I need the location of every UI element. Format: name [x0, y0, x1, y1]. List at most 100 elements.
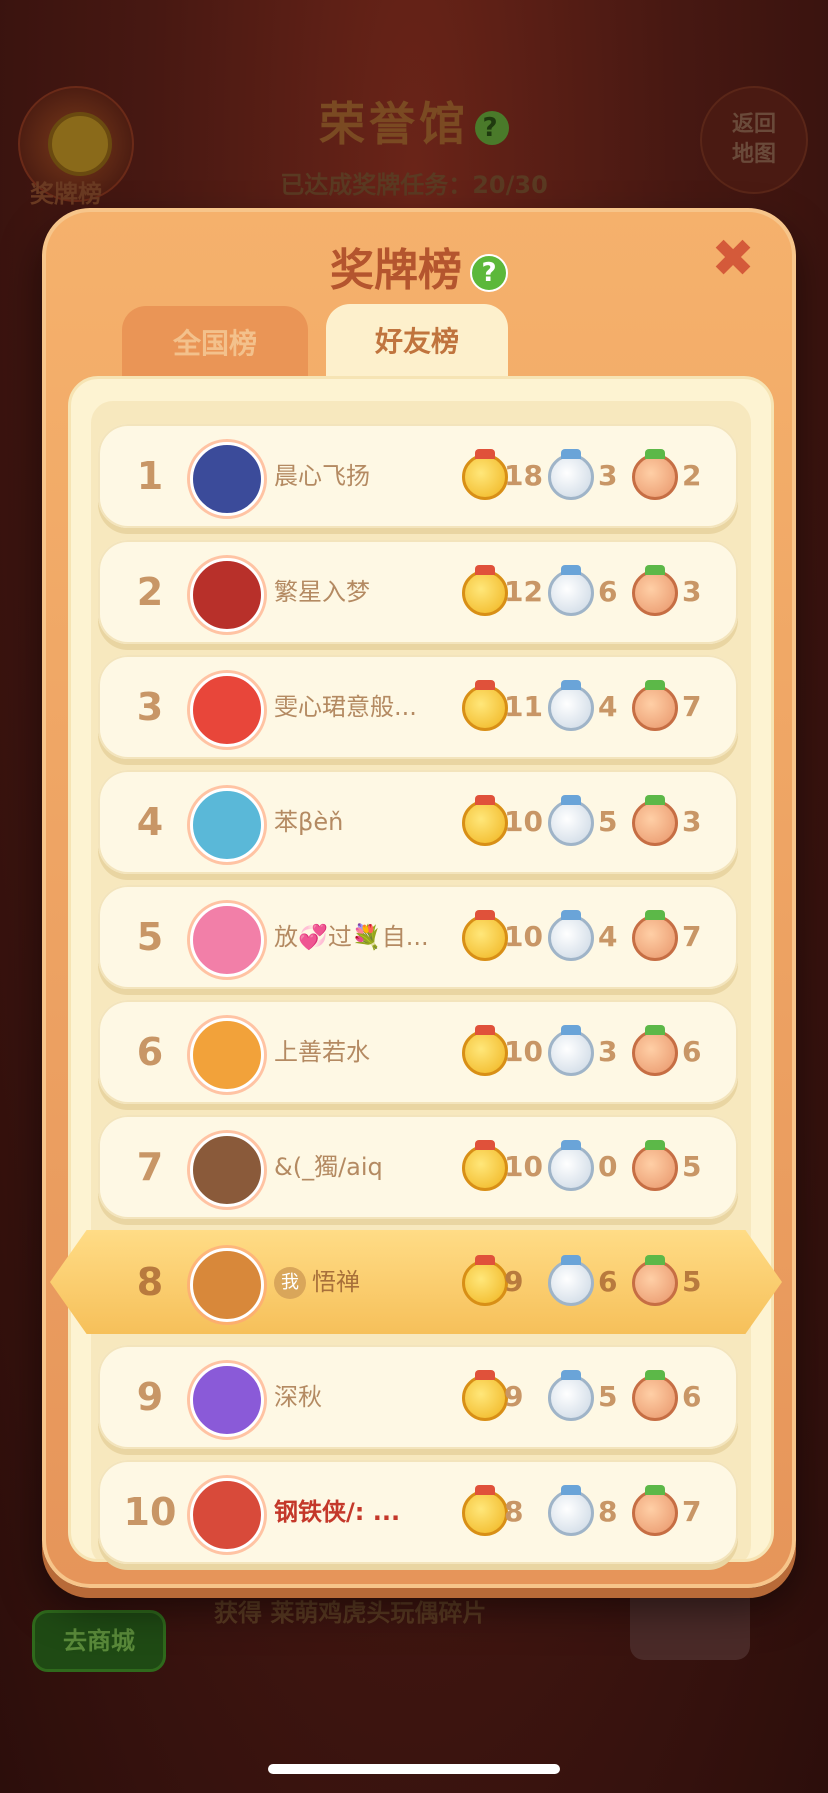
medal-counts: 18 3 2 — [462, 424, 722, 528]
progress-label: 已达成奖牌任务： — [280, 171, 473, 199]
bronze-medal-icon — [632, 1370, 678, 1421]
bronze-medal-icon — [632, 1140, 678, 1191]
close-icon[interactable]: ✖ — [708, 233, 758, 285]
medal-counts: 9 6 5 — [462, 1230, 722, 1334]
my-rank-row[interactable]: 8 我悟禅 9 6 5 — [50, 1230, 782, 1334]
silver-count: 5 — [598, 805, 618, 838]
silver-medal-icon — [548, 910, 594, 961]
leaderboard-row[interactable]: 9 深秋 9 5 6 — [98, 1345, 738, 1449]
gold-medal-icon — [462, 1485, 508, 1536]
silver-count: 8 — [598, 1495, 618, 1528]
progress-value: 20/30 — [472, 171, 548, 199]
medal-counts: 10 0 5 — [462, 1115, 722, 1219]
gold-medal-icon — [462, 680, 508, 731]
player-name-text: 苯βèň — [274, 808, 344, 836]
leaderboard-row[interactable]: 1 晨心飞扬 18 3 2 — [98, 424, 738, 528]
bronze-count: 3 — [682, 575, 702, 608]
medal-counts: 10 5 3 — [462, 770, 722, 874]
bronze-medal-icon — [632, 1255, 678, 1306]
avatar[interactable] — [190, 788, 264, 862]
rank-number: 4 — [136, 800, 164, 844]
gold-count: 11 — [504, 690, 543, 723]
medal-counts: 9 5 6 — [462, 1345, 722, 1449]
gold-count: 9 — [504, 1265, 524, 1298]
bronze-count: 3 — [682, 805, 702, 838]
task-progress: 已达成奖牌任务：20/30 — [0, 165, 828, 200]
silver-count: 5 — [598, 1380, 618, 1413]
leaderboard-row[interactable]: 3 雯心珺意般... 11 4 7 — [98, 655, 738, 759]
home-indicator — [268, 1764, 560, 1774]
medal-counts: 10 4 7 — [462, 885, 722, 989]
avatar[interactable] — [190, 558, 264, 632]
avatar[interactable] — [190, 1363, 264, 1437]
player-name: 深秋 — [274, 1345, 322, 1449]
rank-number: 10 — [123, 1490, 177, 1534]
gold-medal-icon — [462, 910, 508, 961]
leaderboard-row[interactable]: 10 钢铁侠/: ... 8 8 7 — [98, 1460, 738, 1564]
silver-medal-icon — [548, 1140, 594, 1191]
avatar[interactable] — [190, 673, 264, 747]
player-name: 苯βèň — [274, 770, 343, 874]
bronze-medal-icon — [632, 795, 678, 846]
bronze-count: 5 — [682, 1150, 702, 1183]
gold-count: 9 — [504, 1380, 524, 1413]
help-icon[interactable]: ? — [475, 110, 509, 145]
player-name-text: 雯心珺意般... — [274, 693, 417, 721]
silver-count: 6 — [598, 575, 618, 608]
avatar[interactable] — [190, 1018, 264, 1092]
bronze-count: 7 — [682, 920, 702, 953]
player-name-text: 上善若水 — [274, 1038, 370, 1066]
gold-count: 10 — [504, 805, 543, 838]
avatar[interactable] — [190, 1248, 264, 1322]
silver-count: 3 — [598, 459, 618, 492]
avatar[interactable] — [190, 1478, 264, 1552]
bronze-medal-icon — [632, 680, 678, 731]
gold-count: 10 — [504, 920, 543, 953]
leaderboard-row[interactable]: 2 繁星入梦 12 6 3 — [98, 540, 738, 644]
bronze-count: 5 — [682, 1265, 702, 1298]
gold-medal-icon — [462, 795, 508, 846]
player-name-text: 晨心飞扬 — [274, 462, 370, 490]
rank-number: 3 — [136, 685, 164, 729]
gold-count: 10 — [504, 1150, 543, 1183]
player-name-text: 放💞过💐自... — [274, 923, 429, 951]
avatar[interactable] — [190, 1133, 264, 1207]
player-name-text: 繁星入梦 — [274, 578, 370, 606]
back-to-map-button[interactable]: 返回 地图 — [700, 86, 808, 194]
silver-medal-icon — [548, 1255, 594, 1306]
modal-title: 奖牌榜? — [46, 234, 792, 298]
player-name: &(_獨/aiq — [274, 1115, 383, 1219]
player-name-text: 悟禅 — [312, 1268, 360, 1296]
tab-friends[interactable]: 好友榜 — [326, 304, 508, 380]
avatar[interactable] — [190, 442, 264, 516]
rank-number: 7 — [136, 1145, 164, 1189]
silver-medal-icon — [548, 565, 594, 616]
player-name-text: 钢铁侠/: ... — [274, 1498, 401, 1526]
bronze-medal-icon — [632, 449, 678, 500]
gold-medal-icon — [462, 449, 508, 500]
reward-text: 获得 莱萌鸡虎头玩偶碎片 — [214, 1599, 487, 1627]
leaderboard-row[interactable]: 6 上善若水 10 3 6 — [98, 1000, 738, 1104]
leaderboard-row[interactable]: 7 &(_獨/aiq 10 0 5 — [98, 1115, 738, 1219]
gold-count: 8 — [504, 1495, 524, 1528]
silver-medal-icon — [548, 1370, 594, 1421]
player-name: 钢铁侠/: ... — [274, 1460, 400, 1564]
medal-counts: 12 6 3 — [462, 540, 722, 644]
silver-medal-icon — [548, 795, 594, 846]
hall-title-text: 荣誉馆 — [319, 97, 469, 151]
bronze-count: 2 — [682, 459, 702, 492]
medal-counts: 11 4 7 — [462, 655, 722, 759]
medal-leaderboard-modal: 奖牌榜? ✖ 全国榜 好友榜 1 晨心飞扬 18 3 2 2 繁星入梦 12 6 3 3 雯心珺意般.… — [42, 208, 796, 1588]
gold-count: 12 — [504, 575, 543, 608]
bronze-count: 7 — [682, 690, 702, 723]
avatar[interactable] — [190, 903, 264, 977]
gold-count: 18 — [504, 459, 543, 492]
go-shop-button[interactable]: 去商城 — [32, 1610, 166, 1672]
silver-medal-icon — [548, 1485, 594, 1536]
leaderboard-row[interactable]: 5 放💞过💐自... 10 4 7 — [98, 885, 738, 989]
player-name-text: &(_獨/aiq — [274, 1153, 383, 1181]
leaderboard-row[interactable]: 4 苯βèň 10 5 3 — [98, 770, 738, 874]
tab-national[interactable]: 全国榜 — [122, 306, 308, 376]
player-name: 晨心飞扬 — [274, 424, 370, 528]
help-icon[interactable]: ? — [470, 254, 508, 292]
